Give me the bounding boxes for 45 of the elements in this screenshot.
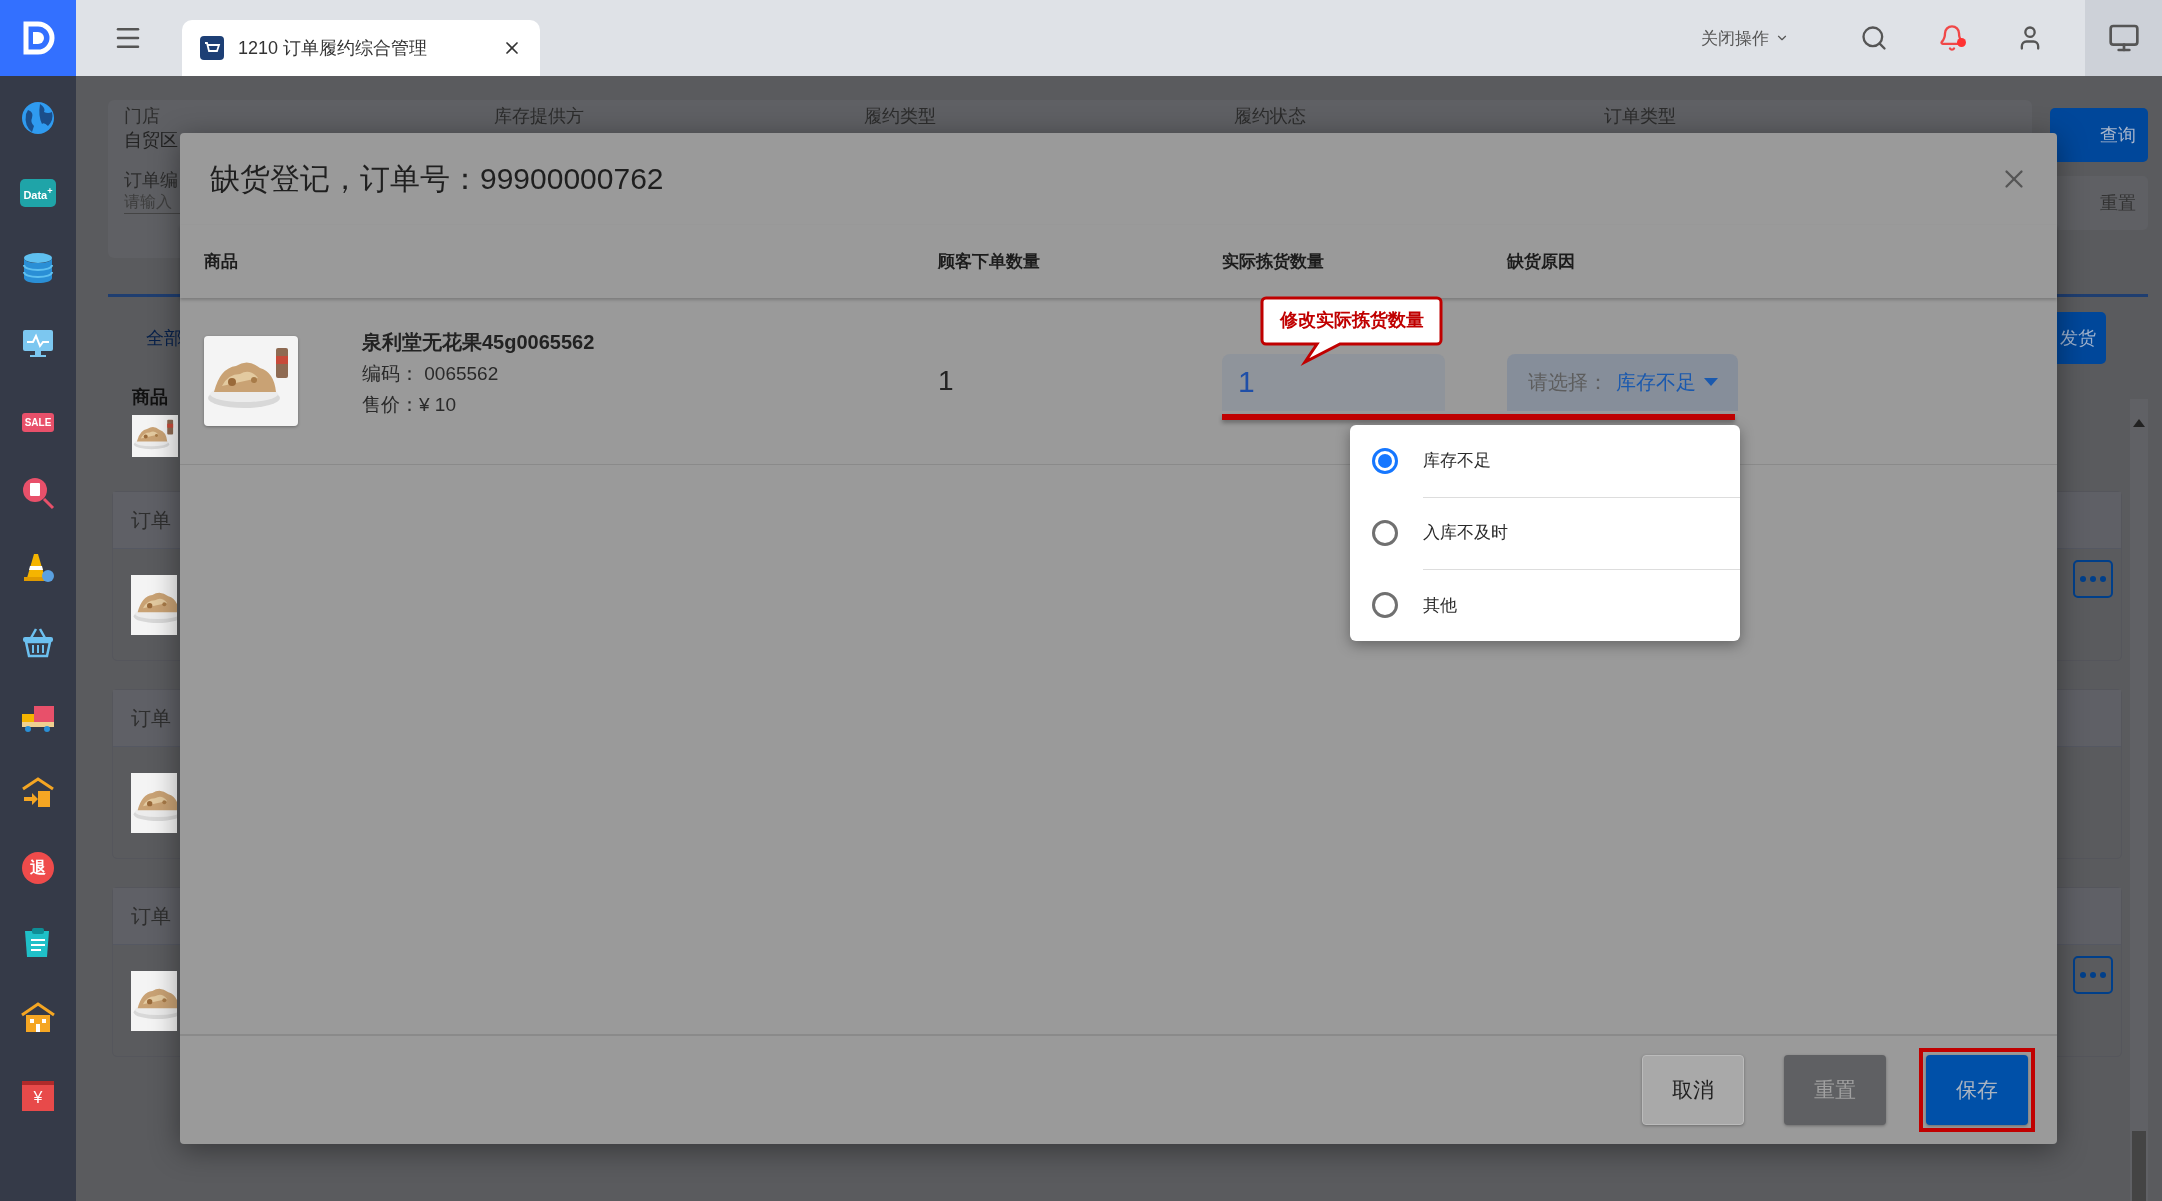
search-document-icon[interactable] [20, 475, 56, 511]
return-icon[interactable]: 退 [22, 852, 54, 884]
data-icon[interactable]: Data$^{+}$ [20, 178, 56, 208]
ordered-quantity: 1 [938, 365, 954, 396]
callout: 修改实际拣货数量 [1260, 296, 1443, 366]
option-label[interactable]: 其他 [1423, 569, 1740, 641]
option-label[interactable]: 入库不及时 [1423, 496, 1740, 570]
monitor-icon[interactable] [2085, 0, 2162, 76]
product-name: 泉利堂无花果45g0065562 [362, 329, 595, 355]
product-price: 售价：¥ 10 [362, 392, 457, 417]
sale-sign-icon[interactable]: SALE [21, 412, 55, 432]
scrollbar[interactable] [2130, 399, 2148, 1201]
column-header: 缺货原因 [1507, 252, 1575, 271]
filter-label: 履约状态 [1234, 106, 1306, 126]
radio-button[interactable] [1372, 448, 1398, 474]
reason-select[interactable]: 请选择： 库存不足 [1507, 353, 1738, 411]
cancel-button[interactable]: 取消 [1642, 1055, 1744, 1125]
filter-label: 履约类型 [864, 106, 936, 126]
option-label[interactable]: 库存不足 [1423, 424, 1740, 498]
column-header: 商品 [132, 386, 168, 409]
all-tab[interactable]: 全部 [140, 325, 188, 351]
radio-button[interactable] [1372, 520, 1398, 546]
column-header: 商品 [204, 252, 238, 271]
database-icon[interactable] [20, 250, 56, 286]
dialog-title: 缺货登记，订单号：99900000762 [210, 160, 664, 197]
filter-label: 门店 [124, 106, 160, 126]
globe-icon[interactable] [20, 100, 56, 136]
product-code: 编码： 0065562 [362, 361, 500, 386]
order-title: 订单 [131, 507, 171, 533]
column-header: 实际拣货数量 [1222, 252, 1324, 271]
picked-quantity-field[interactable]: 1 [1222, 353, 1445, 411]
radio-button[interactable] [1372, 592, 1398, 618]
caret-icon [1703, 378, 1718, 386]
close-actions-menu[interactable]: 关闭操作 [1695, 25, 1795, 51]
save-button[interactable]: 保存 [1926, 1055, 2028, 1125]
column-header: 顾客下单数量 [938, 252, 1040, 271]
page-tab[interactable]: 1210 订单履约综合管理 [182, 20, 540, 76]
order-title: 订单 [131, 705, 171, 731]
cart-icon [200, 36, 224, 60]
query-button[interactable]: 查询 [2050, 108, 2148, 162]
scroll-thumb[interactable] [2132, 1131, 2146, 1201]
scroll-up-icon[interactable] [2133, 419, 2145, 427]
money-box-icon[interactable]: ¥ [22, 1081, 54, 1111]
order-title: 订单 [131, 903, 171, 929]
logo-icon[interactable] [0, 0, 76, 76]
